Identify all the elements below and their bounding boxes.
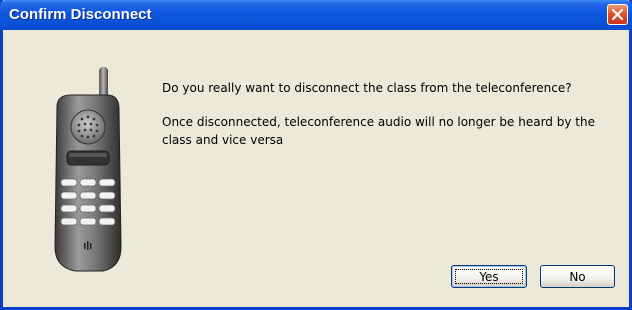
- no-button-label: No: [569, 269, 586, 284]
- dialog-body: Do you really want to disconnect the cla…: [3, 30, 629, 307]
- confirm-disconnect-dialog: Confirm Disconnect Do you really want to…: [0, 0, 632, 310]
- title-bar[interactable]: Confirm Disconnect: [0, 0, 632, 30]
- focus-rectangle: [455, 269, 523, 284]
- close-icon: [611, 8, 624, 21]
- message-question: Do you really want to disconnect the cla…: [162, 81, 572, 95]
- close-button[interactable]: [607, 4, 628, 25]
- window-title: Confirm Disconnect: [9, 6, 152, 23]
- yes-button[interactable]: Yes: [451, 265, 527, 288]
- no-button[interactable]: No: [540, 265, 615, 288]
- dialog-message: Do you really want to disconnect the cla…: [162, 79, 602, 165]
- message-explanation: Once disconnected, teleconference audio …: [162, 115, 595, 147]
- phone-icon: [47, 67, 127, 277]
